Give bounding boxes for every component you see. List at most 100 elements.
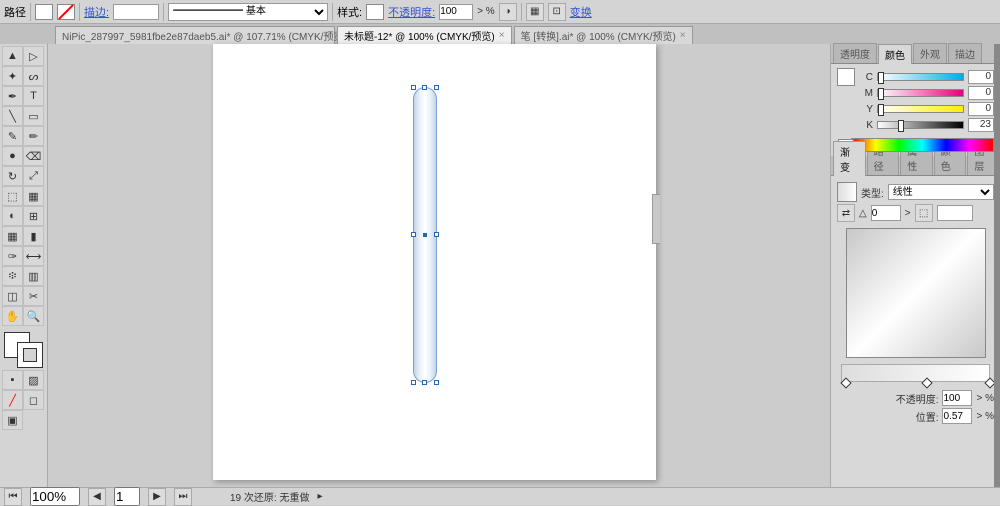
close-icon[interactable]: × [499, 30, 505, 41]
stroke-weight-input[interactable] [113, 4, 159, 20]
prev-artboard-icon[interactable]: ◀ [88, 488, 106, 506]
style-swatch[interactable] [366, 4, 384, 20]
gradient-type-select[interactable]: 线性 [888, 184, 994, 200]
spectrum-picker[interactable] [851, 138, 994, 152]
gradient-type-label: 类型: [861, 185, 884, 200]
free-transform-tool[interactable]: ▦ [23, 186, 44, 206]
gradient-stop[interactable] [921, 377, 932, 388]
blend-tool[interactable]: ⟷ [23, 246, 44, 266]
recolor-icon[interactable]: ◑ [499, 3, 517, 21]
cyan-slider[interactable] [877, 73, 964, 81]
fill-stroke-swatch[interactable] [2, 330, 45, 370]
brush-tool[interactable]: ✎ [2, 126, 23, 146]
tab-transparency[interactable]: 透明度 [833, 43, 877, 63]
opacity-input[interactable] [439, 4, 473, 20]
hand-tool[interactable]: ✋ [2, 306, 23, 326]
brush-preset-select[interactable]: ━━━━━━━ 基本 [168, 3, 328, 21]
eraser-tool[interactable]: ⌫ [23, 146, 44, 166]
resize-handle[interactable] [422, 380, 427, 385]
aspect-input[interactable] [937, 205, 973, 221]
grad-opacity-input[interactable] [942, 390, 972, 406]
perspective-tool[interactable]: ⊞ [23, 206, 44, 226]
none-mode-icon[interactable]: ╱ [2, 390, 23, 410]
gradient-mode-icon[interactable]: ▨ [23, 370, 44, 390]
graph-tool[interactable]: ▥ [23, 266, 44, 286]
resize-handle[interactable] [411, 232, 416, 237]
resize-handle[interactable] [434, 232, 439, 237]
width-tool[interactable]: ⬚ [2, 186, 23, 206]
tab-appearance[interactable]: 外观 [913, 43, 947, 63]
color-mode-icon[interactable]: ▪ [2, 370, 23, 390]
transform-link[interactable]: 变换 [570, 4, 592, 20]
slice-tool[interactable]: ✂ [23, 286, 44, 306]
artboard-tool[interactable]: ◫ [2, 286, 23, 306]
eyedropper-tool[interactable]: ✑ [2, 246, 23, 266]
symbol-spray-tool[interactable]: ፨ [2, 266, 23, 286]
tab-gradient[interactable]: 渐变 [833, 141, 866, 176]
artboard-number-input[interactable] [114, 487, 140, 506]
opacity-link[interactable]: 不透明度: [388, 4, 435, 20]
document-tab[interactable]: 未标题-12* @ 100% (CMYK/预览) × [337, 26, 512, 44]
draw-mode-icon[interactable]: ◻ [23, 390, 44, 410]
gradient-stop[interactable] [840, 377, 851, 388]
yellow-value[interactable]: 0 [968, 102, 994, 116]
status-menu-icon[interactable]: ▸ [317, 491, 322, 502]
document-tab[interactable]: NiPic_287997_5981fbe2e87daeb5.ai* @ 107.… [55, 26, 335, 44]
rotate-tool[interactable]: ↻ [2, 166, 23, 186]
stroke-swatch-none[interactable] [57, 4, 75, 20]
resize-handle[interactable] [434, 85, 439, 90]
scale-tool[interactable]: ⤢ [23, 166, 44, 186]
resize-handle[interactable] [434, 380, 439, 385]
shape-builder-tool[interactable]: ◐ [2, 206, 23, 226]
zoom-tool[interactable]: 🔍 [23, 306, 44, 326]
panel-fill-swatch[interactable] [837, 68, 855, 86]
lasso-tool[interactable]: ᔕ [23, 66, 44, 86]
first-artboard-icon[interactable]: ⏮ [4, 488, 22, 506]
last-artboard-icon[interactable]: ⏭ [174, 488, 192, 506]
gradient-ramp[interactable] [841, 364, 990, 382]
next-artboard-icon[interactable]: ▶ [148, 488, 166, 506]
canvas-area[interactable] [48, 44, 830, 487]
aspect-ratio-icon[interactable]: ⬚ [915, 204, 933, 222]
screen-mode-icon[interactable]: ▣ [2, 410, 23, 430]
resize-handle[interactable] [411, 85, 416, 90]
tab-color[interactable]: 颜色 [878, 44, 912, 64]
blob-brush-tool[interactable]: ● [2, 146, 23, 166]
pencil-tool[interactable]: ✏ [23, 126, 44, 146]
gradient-tool[interactable]: ▮ [23, 226, 44, 246]
rectangle-tool[interactable]: ▭ [23, 106, 44, 126]
tab-label: 未标题-12* @ 100% (CMYK/预览) [344, 28, 495, 43]
grad-location-input[interactable] [942, 408, 972, 424]
gradient-swatch[interactable] [837, 182, 857, 202]
direct-select-tool[interactable]: ▷ [23, 46, 44, 66]
fill-swatch[interactable] [35, 4, 53, 20]
align-icon[interactable]: ▦ [526, 3, 544, 21]
type-tool[interactable]: T [23, 86, 44, 106]
magenta-slider[interactable] [877, 89, 964, 97]
resize-handle[interactable] [411, 380, 416, 385]
selected-object[interactable] [413, 87, 437, 383]
document-tab[interactable]: 笔 [转换].ai* @ 100% (CMYK/预览) × [514, 26, 693, 44]
tab-stroke[interactable]: 描边 [948, 43, 982, 63]
magic-wand-tool[interactable]: ✦ [2, 66, 23, 86]
resize-handle[interactable] [422, 85, 427, 90]
selection-tool[interactable]: ▲ [2, 46, 23, 66]
magenta-value[interactable]: 0 [968, 86, 994, 100]
gradient-preview[interactable] [846, 228, 986, 358]
close-icon[interactable]: × [680, 30, 686, 41]
isolate-icon[interactable]: ⊡ [548, 3, 566, 21]
mesh-tool[interactable]: ▦ [2, 226, 23, 246]
reverse-gradient-icon[interactable]: ⇄ [837, 204, 855, 222]
expand-dock-handle[interactable] [994, 44, 1000, 487]
line-tool[interactable]: ╲ [2, 106, 23, 126]
stroke-color-icon[interactable] [17, 342, 43, 368]
black-slider[interactable] [877, 121, 964, 129]
zoom-input[interactable] [30, 487, 80, 506]
panel-collapse-handle[interactable] [652, 194, 660, 244]
black-value[interactable]: 23 [968, 118, 994, 132]
cyan-value[interactable]: 0 [968, 70, 994, 84]
pen-tool[interactable]: ✒ [2, 86, 23, 106]
stroke-link[interactable]: 描边: [84, 4, 109, 20]
yellow-slider[interactable] [877, 105, 964, 113]
angle-input[interactable] [871, 205, 901, 221]
